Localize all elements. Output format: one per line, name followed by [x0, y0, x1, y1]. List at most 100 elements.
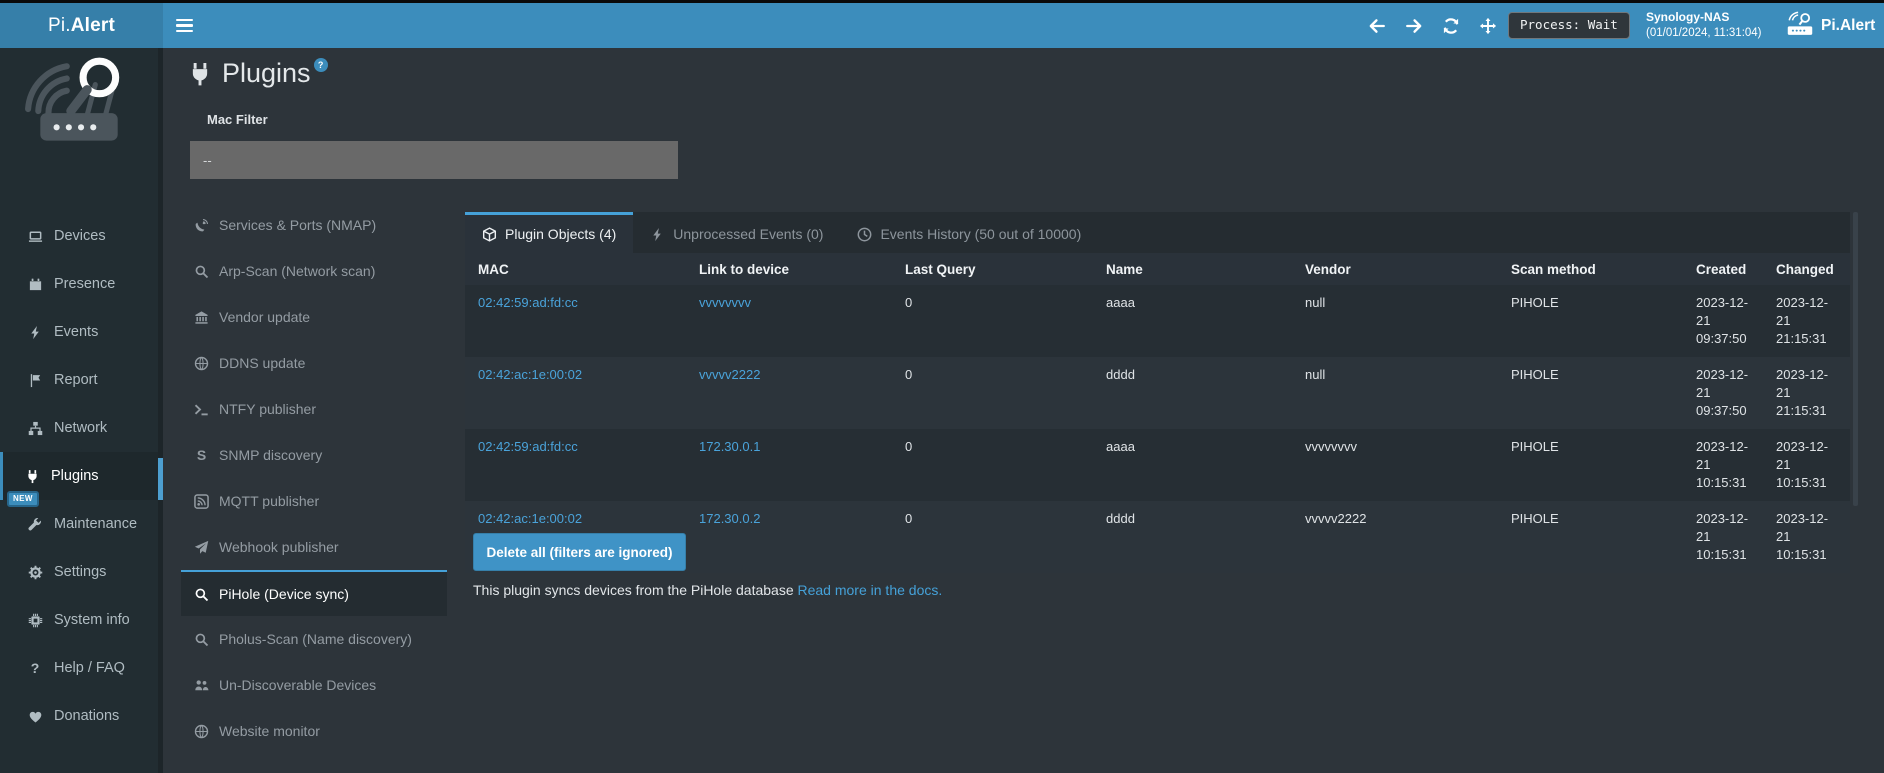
column-header-created[interactable]: Created — [1683, 253, 1763, 285]
tab-label: Unprocessed Events (0) — [673, 226, 823, 242]
device-link[interactable]: 172.30.0.2 — [699, 511, 760, 526]
page-title-text: Plugins — [222, 56, 311, 90]
cell-last-query: 0 — [892, 285, 1093, 357]
cell-name: dddd — [1093, 357, 1292, 429]
sidebar-toggle-button[interactable] — [176, 3, 210, 48]
sidebar-menu: Devices Presence Events Report Network Plugin… — [0, 212, 163, 740]
sidebar-item-events[interactable]: Events — [0, 308, 163, 356]
mac-link[interactable]: 02:42:59:ad:fd:cc — [478, 439, 578, 454]
cell-link: vvvvvvvv — [686, 285, 892, 357]
sidebar-item-network[interactable]: Network — [0, 404, 163, 452]
plugin-item-mqtt-publisher[interactable]: MQTT publisher — [181, 478, 447, 524]
device-link[interactable]: vvvvv2222 — [699, 367, 760, 382]
plugin-item-website-monitor[interactable]: Website monitor — [181, 708, 447, 754]
cell-changed: 2023-12-21 10:15:31 — [1763, 501, 1850, 573]
host-timestamp: (01/01/2024, 11:31:04) — [1646, 25, 1762, 41]
brand-logo[interactable]: Pi.Alert — [0, 3, 163, 48]
header-bar: Pi.Alert Process: Wait Synology-NAS (01/… — [0, 3, 1884, 48]
cell-vendor: null — [1292, 285, 1498, 357]
plugin-item-un-discoverable-devices[interactable]: Un-Discoverable Devices — [181, 662, 447, 708]
sidebar-item-label: Maintenance — [54, 516, 137, 532]
search-icon — [193, 264, 210, 279]
globe-icon — [193, 724, 210, 739]
sidebar-item-label: Plugins — [51, 468, 99, 484]
plug-icon — [23, 469, 41, 484]
search-icon — [193, 632, 210, 647]
sidebar-item-report[interactable]: Report — [0, 356, 163, 404]
cell-name: aaaa — [1093, 285, 1292, 357]
clock-icon — [857, 227, 872, 242]
sidebar-item-settings[interactable]: Settings — [0, 548, 163, 596]
plugin-item-label: Webhook publisher — [219, 539, 339, 555]
table-row: 02:42:ac:1e:00:02vvvvv22220ddddnullPIHOL… — [465, 357, 1850, 429]
paper-plane-icon — [193, 540, 210, 555]
plugin-item-label: PiHole (Device sync) — [219, 586, 349, 602]
mac-link[interactable]: 02:42:ac:1e:00:02 — [478, 511, 582, 526]
column-header-last-query[interactable]: Last Query — [892, 253, 1093, 285]
plugin-item-label: SNMP discovery — [219, 447, 322, 463]
cell-last-query: 0 — [892, 357, 1093, 429]
tab-plugin-objects-4[interactable]: Plugin Objects (4) — [465, 212, 633, 253]
cell-changed: 2023-12-21 21:15:31 — [1763, 357, 1850, 429]
column-header-scan-method[interactable]: Scan method — [1498, 253, 1683, 285]
cell-last-query: 0 — [892, 501, 1093, 573]
plugin-item-ddns-update[interactable]: DDNS update — [181, 340, 447, 386]
calendar-icon — [26, 277, 44, 292]
column-header-mac[interactable]: MAC — [465, 253, 686, 285]
bolt-icon — [650, 227, 665, 242]
plugin-list: Services & Ports (NMAP)Arp-Scan (Network… — [181, 202, 447, 754]
brand-name: Alert — [71, 15, 115, 37]
tab-events-history-50-out-of-10000[interactable]: Events History (50 out of 10000) — [840, 212, 1098, 253]
chip-icon — [26, 613, 44, 628]
tab-unprocessed-events-0[interactable]: Unprocessed Events (0) — [633, 212, 840, 253]
help-badge[interactable]: ? — [314, 58, 328, 72]
cell-link: 172.30.0.1 — [686, 429, 892, 501]
plugin-item-pihole-device-sync[interactable]: PiHole (Device sync) — [181, 570, 447, 616]
sidebar-item-help-faq[interactable]: ?Help / FAQ — [0, 644, 163, 692]
gear-icon — [26, 565, 44, 580]
device-link[interactable]: vvvvvvvv — [699, 295, 751, 310]
sidebar-item-label: Report — [54, 372, 98, 388]
sidebar-item-label: Presence — [54, 276, 115, 292]
sidebar-item-label: Devices — [54, 228, 106, 244]
flag-icon — [26, 373, 44, 388]
sidebar-router-logo — [16, 52, 142, 164]
delete-all-button[interactable]: Delete all (filters are ignored) — [473, 533, 686, 571]
sidebar-item-presence[interactable]: Presence — [0, 260, 163, 308]
bank-icon — [193, 310, 210, 325]
sidebar-item-system-info[interactable]: System info — [0, 596, 163, 644]
move-button[interactable] — [1469, 3, 1506, 48]
sidebar-item-donations[interactable]: Donations — [0, 692, 163, 740]
column-header-changed[interactable]: Changed — [1763, 253, 1850, 285]
device-link[interactable]: 172.30.0.1 — [699, 439, 760, 454]
back-button[interactable] — [1358, 3, 1395, 48]
mac-filter-input[interactable]: -- — [190, 141, 678, 179]
plugin-item-pholus-scan-name-discovery[interactable]: Pholus-Scan (Name discovery) — [181, 616, 447, 662]
docs-link[interactable]: Read more in the docs. — [798, 582, 943, 598]
tab-label: Plugin Objects (4) — [505, 226, 616, 242]
cell-created: 2023-12-21 10:15:31 — [1683, 501, 1763, 573]
plugin-item-label: Website monitor — [219, 723, 320, 739]
refresh-button[interactable] — [1432, 3, 1469, 48]
content-scrollbar[interactable] — [1853, 212, 1858, 506]
plugin-item-services-ports-nmap[interactable]: Services & Ports (NMAP) — [181, 202, 447, 248]
mac-link[interactable]: 02:42:ac:1e:00:02 — [478, 367, 582, 382]
cell-vendor: null — [1292, 357, 1498, 429]
plugin-item-arp-scan-network-scan[interactable]: Arp-Scan (Network scan) — [181, 248, 447, 294]
plugin-item-snmp-discovery[interactable]: SSNMP discovery — [181, 432, 447, 478]
column-header-name[interactable]: Name — [1093, 253, 1292, 285]
forward-button[interactable] — [1395, 3, 1432, 48]
footer-note: This plugin syncs devices from the PiHol… — [473, 582, 942, 598]
plugin-item-label: Vendor update — [219, 309, 310, 325]
column-header-vendor[interactable]: Vendor — [1292, 253, 1498, 285]
column-header-link-to-device[interactable]: Link to device — [686, 253, 892, 285]
table-body: 02:42:59:ad:fd:ccvvvvvvvv0aaaanullPIHOLE… — [465, 285, 1850, 573]
plugin-item-ntfy-publisher[interactable]: NTFY publisher — [181, 386, 447, 432]
plugin-item-webhook-publisher[interactable]: Webhook publisher — [181, 524, 447, 570]
sidebar-item-devices[interactable]: Devices — [0, 212, 163, 260]
plugin-item-vendor-update[interactable]: Vendor update — [181, 294, 447, 340]
sidebar-item-maintenance[interactable]: MaintenanceNEW — [0, 500, 163, 548]
tab-label: Events History (50 out of 10000) — [880, 226, 1081, 242]
mac-link[interactable]: 02:42:59:ad:fd:cc — [478, 295, 578, 310]
cell-scan-method: PIHOLE — [1498, 429, 1683, 501]
